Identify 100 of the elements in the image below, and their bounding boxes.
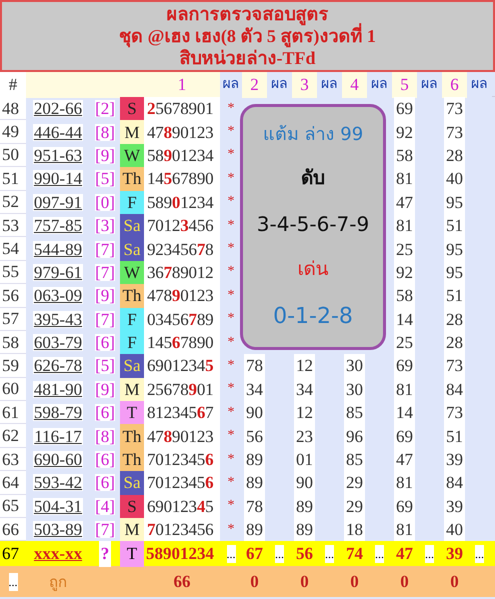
result-value: 28 bbox=[444, 308, 465, 331]
off-digits: 3-4-5-6-7-9 bbox=[256, 210, 370, 238]
day-cell: M bbox=[120, 120, 144, 144]
day-cell: W bbox=[120, 260, 144, 284]
digit-label: [0] bbox=[95, 194, 115, 211]
number-link[interactable]: 690-60 bbox=[32, 451, 84, 468]
number-link[interactable]: 603-79 bbox=[32, 334, 84, 352]
off-label: ดับ bbox=[301, 166, 325, 192]
filler-text: ... bbox=[275, 545, 284, 564]
star-mark: * bbox=[228, 195, 234, 210]
header-cell bbox=[26, 72, 90, 98]
row-number: 65 bbox=[0, 494, 26, 518]
row-number: 52 bbox=[0, 190, 26, 214]
number-link[interactable]: 626-78 bbox=[32, 357, 84, 374]
star-mark: * bbox=[228, 218, 234, 233]
column-header: # bbox=[0, 72, 26, 98]
result-value: 69 bbox=[394, 494, 415, 518]
number-link[interactable]: 395-43 bbox=[32, 310, 84, 328]
row-number: 48 bbox=[0, 97, 26, 120]
number-link[interactable]: xxx-xx bbox=[34, 541, 82, 567]
row-number: 54 bbox=[0, 237, 26, 261]
result-value: 81 bbox=[394, 214, 415, 238]
number-link[interactable]: 446-44 bbox=[32, 124, 84, 141]
result-value: 85 bbox=[344, 401, 365, 424]
digits-cell: 25678901 bbox=[144, 378, 220, 402]
row-number: 50 bbox=[0, 144, 26, 168]
result-value: 47 bbox=[394, 190, 415, 214]
day-cell: Th bbox=[120, 167, 144, 191]
result-value: 39 bbox=[444, 448, 465, 472]
result-value: 73 bbox=[444, 354, 465, 378]
digit-label: [7] bbox=[95, 240, 115, 258]
column-header: 1 bbox=[144, 72, 220, 98]
number-link[interactable]: 544-89 bbox=[32, 240, 84, 258]
hit-count: 0 bbox=[350, 571, 359, 594]
row-number: 62 bbox=[0, 424, 26, 448]
title-text: สิบหน่วยล่าง-TFd bbox=[179, 48, 316, 69]
total-value: 66 bbox=[174, 571, 190, 594]
star-mark: * bbox=[228, 499, 234, 514]
result-value: 90 bbox=[294, 471, 315, 495]
row-number: 49 bbox=[0, 120, 26, 144]
row-number: 66 bbox=[0, 518, 26, 542]
digits-cell: 47890123 bbox=[144, 120, 220, 144]
number-link[interactable]: 951-63 bbox=[32, 146, 84, 164]
result-value: 81 bbox=[394, 471, 415, 495]
column-header: 4 bbox=[342, 72, 367, 98]
row-number: 67 bbox=[2, 543, 19, 566]
number-link[interactable]: 116-17 bbox=[33, 428, 83, 445]
digit-label: [7] bbox=[95, 264, 115, 281]
day-cell: Sa bbox=[120, 471, 144, 495]
result-value: 39 bbox=[446, 543, 463, 566]
digits-cell: 92345678 bbox=[144, 237, 220, 261]
star-mark: * bbox=[228, 452, 234, 467]
number-link[interactable]: 990-14 bbox=[32, 170, 84, 188]
result-value: 14 bbox=[394, 401, 415, 424]
result-value: 30 bbox=[344, 354, 365, 378]
result-value: 25 bbox=[394, 237, 415, 261]
star-mark: * bbox=[228, 336, 234, 350]
digit-label: [6] bbox=[95, 334, 115, 352]
number-link[interactable]: 757-85 bbox=[32, 217, 84, 234]
column-header: 5 bbox=[392, 72, 417, 98]
result-value: 01 bbox=[294, 448, 315, 472]
day-cell: Th bbox=[120, 284, 144, 308]
number-link[interactable]: 593-42 bbox=[32, 474, 84, 492]
star-mark: * bbox=[228, 406, 234, 420]
number-link[interactable]: 598-79 bbox=[32, 404, 84, 422]
row-number: 53 bbox=[0, 214, 26, 238]
result-value: 28 bbox=[444, 330, 465, 354]
number-link[interactable]: 063-09 bbox=[32, 287, 84, 304]
filler-text: ... bbox=[325, 545, 334, 564]
filler-text: ... bbox=[375, 545, 384, 564]
result-value: 67 bbox=[246, 543, 263, 566]
day-cell: Sa bbox=[120, 214, 144, 238]
digit-label: [9] bbox=[95, 380, 115, 398]
number-link[interactable]: 202-66 bbox=[32, 100, 84, 118]
digit-label: [5] bbox=[95, 170, 115, 188]
result-value: 69 bbox=[394, 354, 415, 378]
number-link[interactable]: 504-31 bbox=[32, 498, 84, 515]
result-value: 92 bbox=[394, 260, 415, 284]
result-value: 89 bbox=[244, 518, 265, 542]
number-link[interactable]: 481-90 bbox=[32, 380, 84, 398]
result-value: 89 bbox=[244, 471, 265, 495]
row-number: 56 bbox=[0, 284, 26, 308]
result-value: 14 bbox=[394, 308, 415, 331]
result-value: 51 bbox=[444, 424, 465, 448]
result-value: 73 bbox=[444, 97, 465, 120]
result-value: 84 bbox=[444, 378, 465, 402]
star-mark: * bbox=[228, 476, 234, 490]
number-link[interactable]: 097-91 bbox=[32, 194, 84, 211]
star-mark: * bbox=[228, 125, 234, 140]
row-number: 51 bbox=[0, 167, 26, 191]
filler-text: ... bbox=[226, 545, 236, 564]
number-link[interactable]: 503-89 bbox=[32, 521, 84, 538]
day-cell: T bbox=[120, 541, 144, 567]
day-cell: F bbox=[120, 308, 144, 331]
number-link[interactable]: 979-61 bbox=[32, 264, 84, 281]
result-value: 23 bbox=[294, 424, 315, 448]
result-value: 73 bbox=[444, 120, 465, 144]
result-value: 95 bbox=[444, 190, 465, 214]
day-cell: Th bbox=[120, 424, 144, 448]
filler-text: ... bbox=[425, 545, 434, 564]
